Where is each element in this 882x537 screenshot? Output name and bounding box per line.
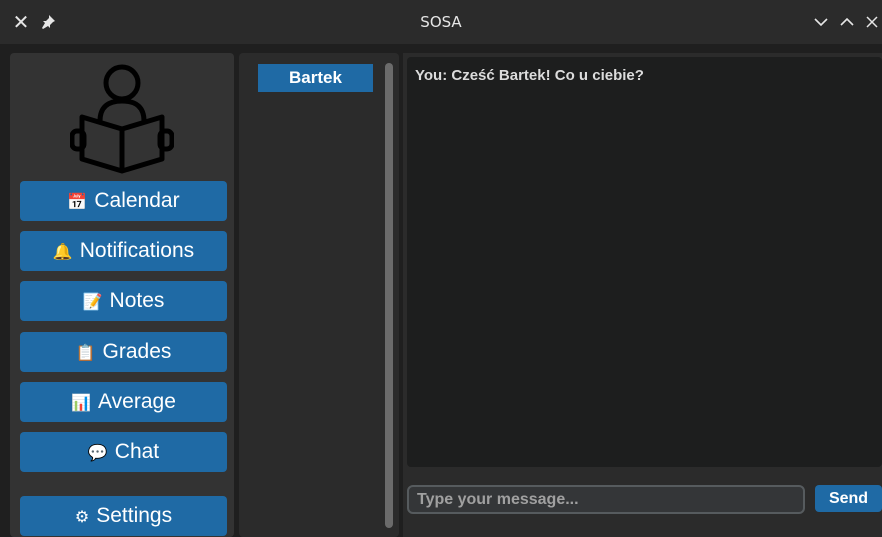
grades-button[interactable]: 📋 Grades bbox=[20, 332, 227, 372]
average-button[interactable]: 📊 Average bbox=[20, 382, 227, 422]
notifications-button-label: Notifications bbox=[79, 239, 195, 262]
chevron-up-icon bbox=[840, 17, 854, 26]
gear-icon: ⚙ bbox=[74, 506, 90, 526]
average-button-label: Average bbox=[98, 390, 176, 413]
contact-item[interactable]: Bartek bbox=[258, 64, 373, 92]
settings-button-label: Settings bbox=[96, 504, 173, 527]
sidebar: 📅 Calendar 🔔 Notifications 📝 Notes 📋 Gra… bbox=[10, 53, 234, 537]
bell-icon: 🔔 bbox=[52, 241, 73, 261]
window-title: SOSA bbox=[420, 13, 462, 31]
calendar-icon: 📅 bbox=[67, 191, 88, 211]
window-close-right-button[interactable] bbox=[862, 0, 882, 44]
send-button[interactable]: Send bbox=[815, 485, 882, 512]
message-input[interactable] bbox=[407, 485, 805, 514]
window-minimize-button[interactable] bbox=[810, 0, 832, 44]
chat-message-log: You: Cześć Bartek! Co u ciebie? bbox=[407, 57, 882, 467]
close-icon bbox=[866, 16, 878, 28]
notes-button-label: Notes bbox=[109, 289, 165, 312]
title-bar: ✕ SOSA bbox=[0, 0, 882, 44]
notes-button[interactable]: 📝 Notes bbox=[20, 281, 227, 321]
chat-button-label: Chat bbox=[114, 440, 160, 463]
person-reading-book-icon bbox=[70, 64, 174, 174]
chevron-down-icon bbox=[814, 18, 828, 27]
chat-message: You: Cześć Bartek! Co u ciebie? bbox=[415, 67, 644, 84]
chat-bubble-icon: 💬 bbox=[87, 442, 108, 462]
calendar-button-label: Calendar bbox=[94, 189, 180, 212]
contacts-panel: Bartek bbox=[239, 53, 399, 537]
settings-button[interactable]: ⚙ Settings bbox=[20, 496, 227, 536]
notes-icon: 📝 bbox=[82, 291, 103, 311]
grades-button-label: Grades bbox=[102, 340, 172, 363]
window-maximize-button[interactable] bbox=[836, 0, 858, 44]
contacts-scrollbar[interactable] bbox=[385, 63, 393, 528]
chat-panel: You: Cześć Bartek! Co u ciebie? Send bbox=[403, 53, 882, 537]
calendar-button[interactable]: 📅 Calendar bbox=[20, 181, 227, 221]
clipboard-icon: 📋 bbox=[75, 342, 96, 362]
notifications-button[interactable]: 🔔 Notifications bbox=[20, 231, 227, 271]
chat-button[interactable]: 💬 Chat bbox=[20, 432, 227, 472]
bar-chart-icon: 📊 bbox=[71, 392, 92, 412]
